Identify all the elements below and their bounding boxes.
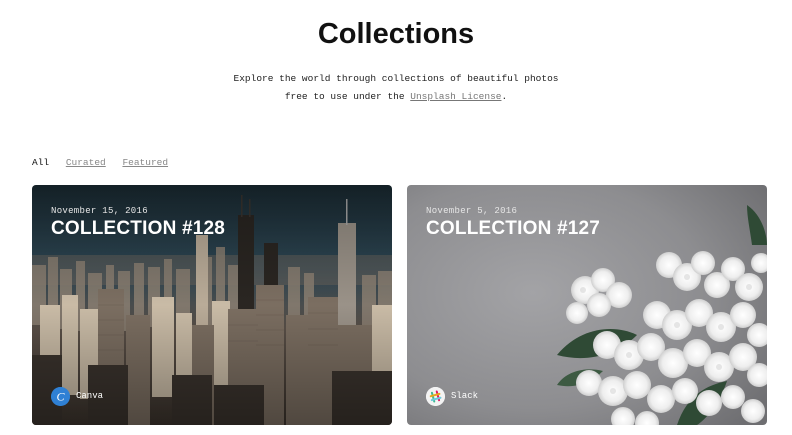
collection-author[interactable]: Slack [426, 386, 478, 406]
subtitle-prefix: free to use under the [284, 91, 411, 102]
svg-text:C: C [56, 389, 65, 403]
page-title: Collections [317, 18, 475, 50]
collection-date: November 15, 2016 [51, 206, 148, 216]
collection-title[interactable]: COLLECTION #128 [51, 218, 225, 240]
unsplash-license-link[interactable]: Unsplash License [410, 91, 501, 102]
subtitle-line-2: free to use under the Unsplash License. [0, 88, 792, 106]
filter-curated[interactable]: Curated [66, 157, 106, 168]
slack-logo-icon [426, 386, 445, 406]
page-subtitle: Explore the world through collections of… [0, 70, 792, 106]
filter-all[interactable]: All [32, 157, 49, 168]
filter-featured[interactable]: Featured [122, 157, 168, 168]
collection-card[interactable]: November 15, 2016 COLLECTION #128 C Canv… [32, 185, 392, 425]
collection-date: November 5, 2016 [426, 206, 518, 216]
collection-card[interactable]: November 5, 2016 COLLECTION #127 Slack [407, 185, 767, 425]
subtitle-suffix: . [501, 91, 508, 102]
canva-logo-icon: C [51, 386, 70, 406]
collection-filters: All Curated Featured [32, 157, 179, 168]
collection-title[interactable]: COLLECTION #127 [426, 218, 600, 240]
subtitle-line-1: Explore the world through collections of… [233, 73, 559, 84]
author-name: Slack [451, 391, 479, 401]
author-name: Canva [76, 391, 104, 401]
collection-author[interactable]: C Canva [51, 386, 103, 406]
